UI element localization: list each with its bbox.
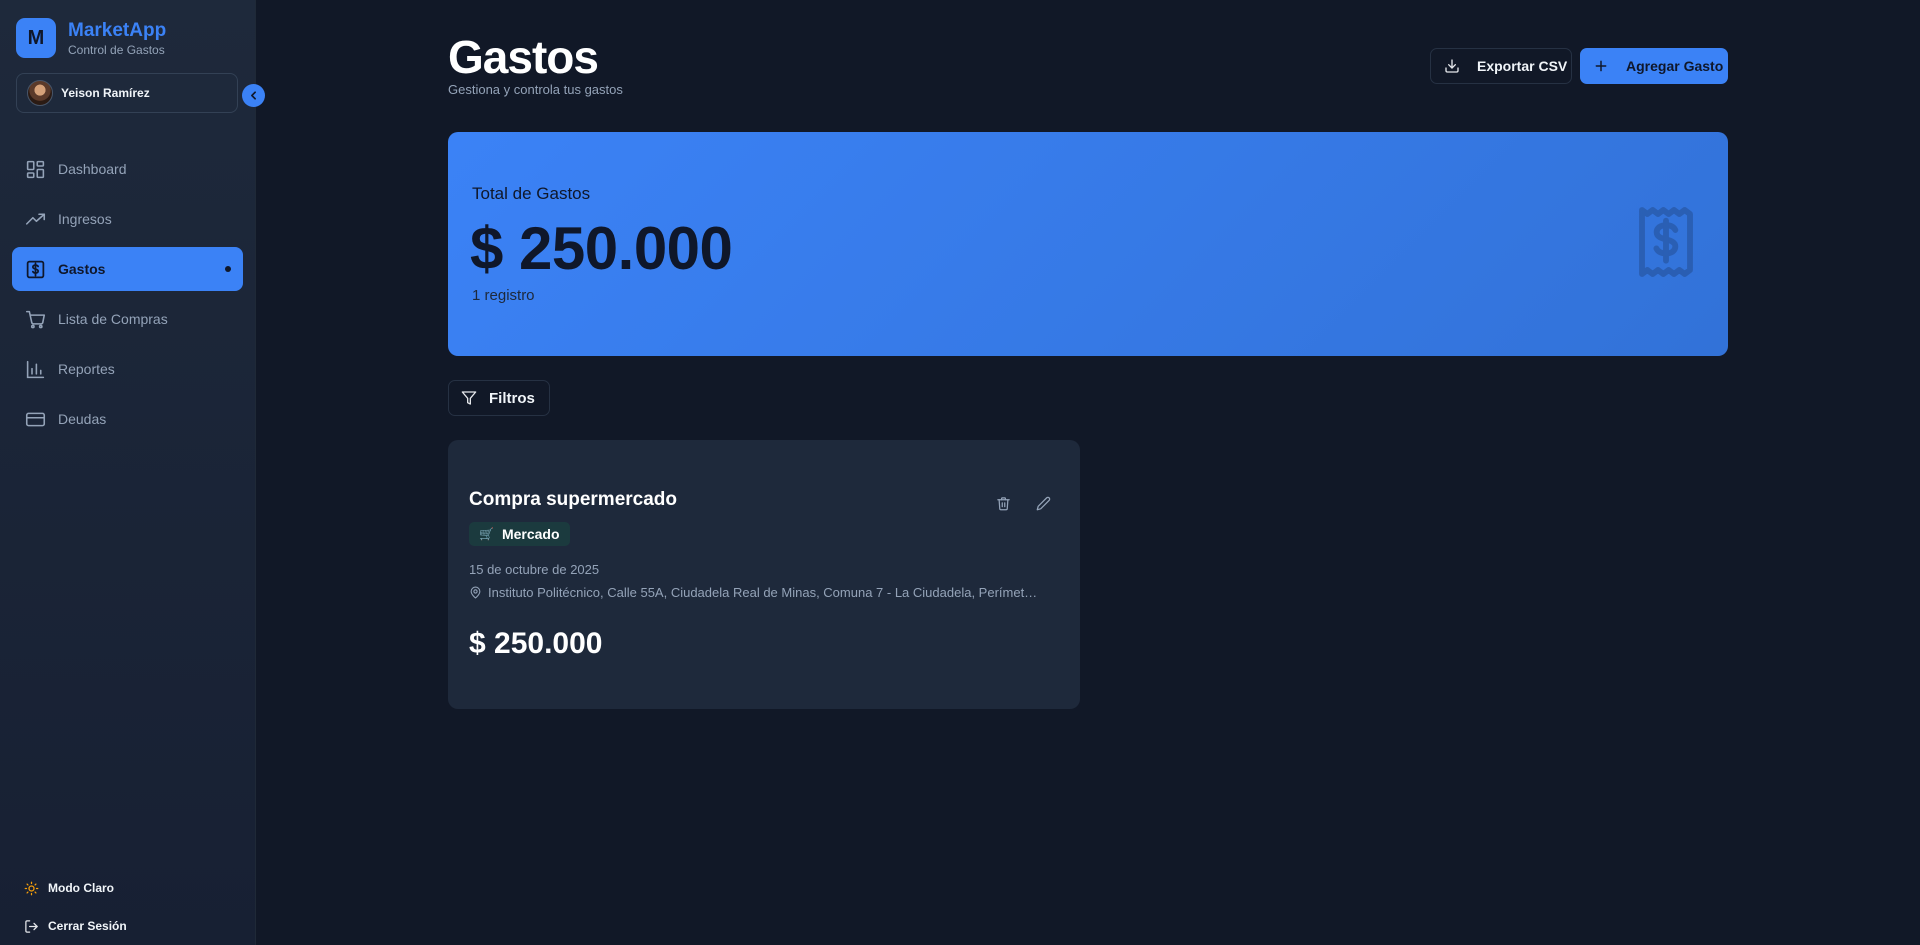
export-csv-label: Exportar CSV <box>1477 58 1568 74</box>
sidebar-item-deudas[interactable]: Deudas <box>12 397 243 441</box>
total-label: Total de Gastos <box>472 184 591 203</box>
add-expense-label: Agregar Gasto <box>1626 58 1724 74</box>
map-pin-icon <box>469 586 482 599</box>
plus-icon <box>1592 58 1610 74</box>
sidebar: M MarketApp Control de Gastos Yeison Ram… <box>0 0 256 945</box>
sidebar-item-label: Reportes <box>58 361 115 377</box>
expense-location: Instituto Politécnico, Calle 55A, Ciudad… <box>469 585 1059 600</box>
dollar-receipt-icon <box>24 258 46 280</box>
trending-up-icon <box>24 208 46 230</box>
theme-toggle-label: Modo Claro <box>48 881 114 895</box>
avatar <box>27 80 53 106</box>
bar-chart-icon <box>24 358 46 380</box>
user-name: Yeison Ramírez <box>61 86 150 100</box>
logout-icon <box>22 919 40 934</box>
edit-icon[interactable] <box>1032 492 1054 514</box>
logout-label: Cerrar Sesión <box>48 919 127 933</box>
theme-toggle-button[interactable]: Modo Claro <box>22 869 242 907</box>
sidebar-item-dashboard[interactable]: Dashboard <box>12 147 243 191</box>
sidebar-nav: Dashboard Ingresos Gastos Lista de Compr… <box>12 147 243 447</box>
chevron-left-icon <box>247 89 260 102</box>
sidebar-item-label: Lista de Compras <box>58 311 168 327</box>
category-label: Mercado <box>501 526 560 542</box>
expense-title: Compra supermercado <box>469 489 678 510</box>
filter-icon <box>461 390 477 406</box>
filters-button[interactable]: Filtros <box>448 380 550 416</box>
dashboard-icon <box>24 158 46 180</box>
expense-amount: $ 250.000 <box>469 627 603 660</box>
total-amount: $ 250.000 <box>470 215 733 282</box>
filters-label: Filtros <box>489 389 535 407</box>
active-indicator <box>225 266 231 272</box>
cart-emoji-icon: 🛒 <box>479 527 494 541</box>
brand-subtitle: Control de Gastos <box>68 42 165 57</box>
delete-icon[interactable] <box>992 492 1014 514</box>
credit-card-icon <box>24 408 46 430</box>
user-card[interactable]: Yeison Ramírez <box>16 73 238 113</box>
brand-logo: M <box>16 18 56 58</box>
logout-button[interactable]: Cerrar Sesión <box>22 907 242 945</box>
main-content: Gastos Gestiona y controla tus gastos Ex… <box>256 0 1920 945</box>
sidebar-item-gastos[interactable]: Gastos <box>12 247 243 291</box>
sidebar-footer: Modo Claro Cerrar Sesión <box>22 869 242 945</box>
add-expense-button[interactable]: Agregar Gasto <box>1580 48 1728 84</box>
sidebar-item-label: Ingresos <box>58 211 112 227</box>
page-subtitle: Gestiona y controla tus gastos <box>448 82 623 97</box>
collapse-sidebar-button[interactable] <box>242 84 265 107</box>
receipt-icon <box>1634 204 1698 285</box>
shopping-cart-icon <box>24 308 46 330</box>
total-expenses-card: Total de Gastos $ 250.000 1 registro <box>448 132 1728 356</box>
brand[interactable]: M MarketApp Control de Gastos <box>16 18 166 58</box>
sidebar-item-label: Deudas <box>58 411 107 427</box>
record-count: 1 registro <box>472 287 535 304</box>
download-icon <box>1443 58 1461 74</box>
sidebar-item-lista-de-compras[interactable]: Lista de Compras <box>12 297 243 341</box>
page-title: Gastos <box>448 31 599 83</box>
sidebar-item-label: Gastos <box>58 261 106 277</box>
category-badge: 🛒 Mercado <box>469 522 570 546</box>
export-csv-button[interactable]: Exportar CSV <box>1430 48 1572 84</box>
expense-date: 15 de octubre de 2025 <box>469 562 600 577</box>
sidebar-item-ingresos[interactable]: Ingresos <box>12 197 243 241</box>
sidebar-item-label: Dashboard <box>58 161 127 177</box>
location-text: Instituto Politécnico, Calle 55A, Ciudad… <box>488 585 1038 600</box>
sun-icon <box>22 881 40 896</box>
sidebar-item-reportes[interactable]: Reportes <box>12 347 243 391</box>
expense-card[interactable]: Compra supermercado 🛒 Mercado 15 de octu… <box>448 440 1080 709</box>
brand-name: MarketApp <box>68 19 167 41</box>
